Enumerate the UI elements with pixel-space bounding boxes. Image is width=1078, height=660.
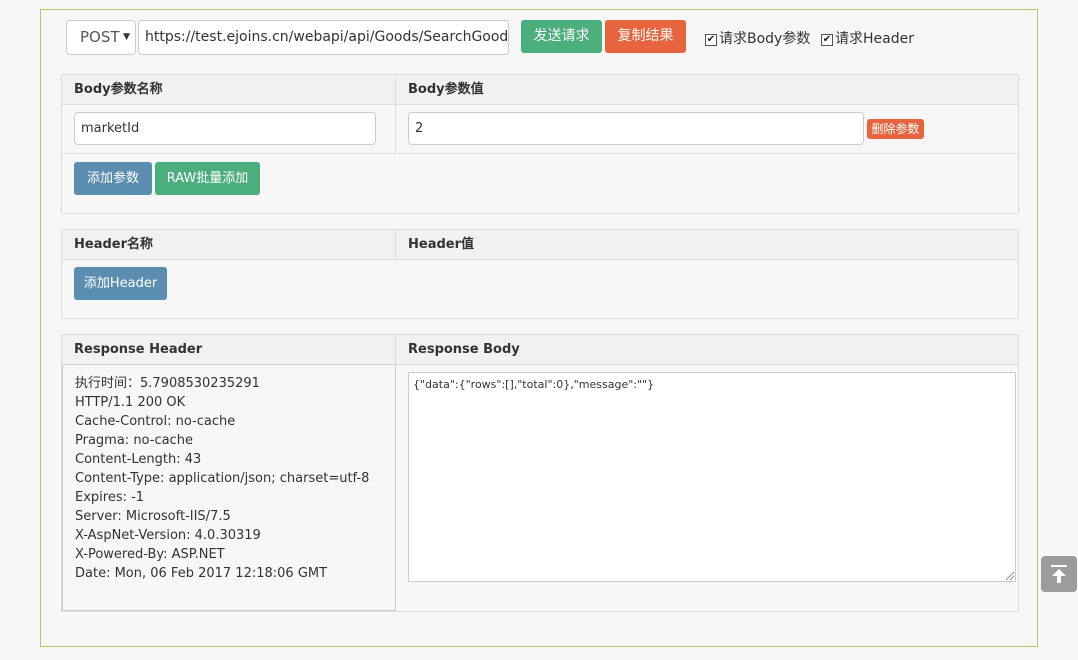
request-header-checkbox-label: 请求Header	[835, 31, 914, 47]
column-divider	[395, 335, 396, 364]
raw-batch-add-button[interactable]: RAW批量添加	[155, 162, 260, 195]
body-param-name-input[interactable]: marketId	[74, 112, 376, 145]
response-header-title: Response Header	[74, 342, 203, 357]
request-header-checkbox-group[interactable]: ✔ 请求Header	[821, 28, 914, 48]
response-body-textarea[interactable]: {"data":{"rows":[],"total":0},"message":…	[408, 372, 1016, 582]
copy-result-button[interactable]: 复制结果	[605, 20, 686, 53]
request-body-checkbox-group[interactable]: ✔ 请求Body参数	[705, 28, 810, 48]
send-request-button[interactable]: 发送请求	[521, 20, 602, 53]
url-input[interactable]: https://test.ejoins.cn/webapi/api/Goods/…	[138, 20, 509, 55]
body-param-value-header: Body参数值	[408, 82, 484, 97]
header-name-header: Header名称	[74, 237, 154, 252]
back-to-top-icon	[1051, 565, 1067, 567]
response-body-title: Response Body	[408, 342, 520, 357]
resize-grip-icon[interactable]	[1006, 572, 1014, 580]
headers-header-row: Header名称 Header值	[62, 230, 1018, 260]
body-param-name-header: Body参数名称	[74, 82, 163, 97]
headers-panel: Header名称 Header值 添加Header	[61, 229, 1019, 319]
response-header-line: X-AspNet-Version: 4.0.30319	[75, 528, 261, 543]
request-body-checkbox[interactable]: ✔	[705, 34, 717, 46]
method-select[interactable]: POST ▼	[66, 20, 136, 55]
response-header-line: HTTP/1.1 200 OK	[75, 395, 186, 410]
response-header-line: 执行时间：5.7908530235291	[75, 376, 260, 391]
response-header-line: Date: Mon, 06 Feb 2017 12:18:06 GMT	[75, 566, 328, 581]
response-body-text: {"data":{"rows":[],"total":0},"message":…	[413, 378, 655, 391]
body-param-value-input[interactable]: 2	[408, 112, 864, 145]
arrow-stem-icon	[1057, 575, 1061, 583]
add-header-button[interactable]: 添加Header	[74, 267, 167, 300]
back-to-top-button[interactable]	[1041, 556, 1077, 592]
header-value-header: Header值	[408, 237, 475, 252]
column-divider	[395, 230, 396, 259]
response-header-content: 执行时间：5.7908530235291 HTTP/1.1 200 OK Cache…	[62, 364, 396, 611]
response-panel: Response Header Response Body 执行时间：5.790…	[61, 334, 1019, 612]
method-value: POST	[80, 28, 120, 46]
chevron-down-icon: ▼	[120, 21, 130, 54]
row-divider	[62, 153, 1018, 154]
response-header-line: Content-Type: application/json; charset=…	[75, 471, 370, 486]
add-param-button[interactable]: 添加参数	[74, 162, 152, 195]
response-header-row: Response Header Response Body	[62, 335, 1018, 365]
response-header-line: Content-Length: 43	[75, 452, 202, 467]
delete-param-button[interactable]: 删除参数	[867, 119, 924, 139]
response-header-line: Cache-Control: no-cache	[75, 414, 236, 429]
column-divider	[395, 75, 396, 154]
response-header-line: X-Powered-By: ASP.NET	[75, 547, 225, 562]
response-header-line: Pragma: no-cache	[75, 433, 193, 448]
response-header-line: Expires: -1	[75, 490, 145, 505]
response-header-line: Server: Microsoft-IIS/7.5	[75, 509, 231, 524]
request-body-checkbox-label: 请求Body参数	[719, 31, 811, 47]
request-header-checkbox[interactable]: ✔	[821, 34, 833, 46]
body-params-panel: Body参数名称 Body参数值 marketId 2 删除参数 添加参数 RA…	[61, 74, 1019, 214]
body-params-header-row: Body参数名称 Body参数值	[62, 75, 1018, 105]
